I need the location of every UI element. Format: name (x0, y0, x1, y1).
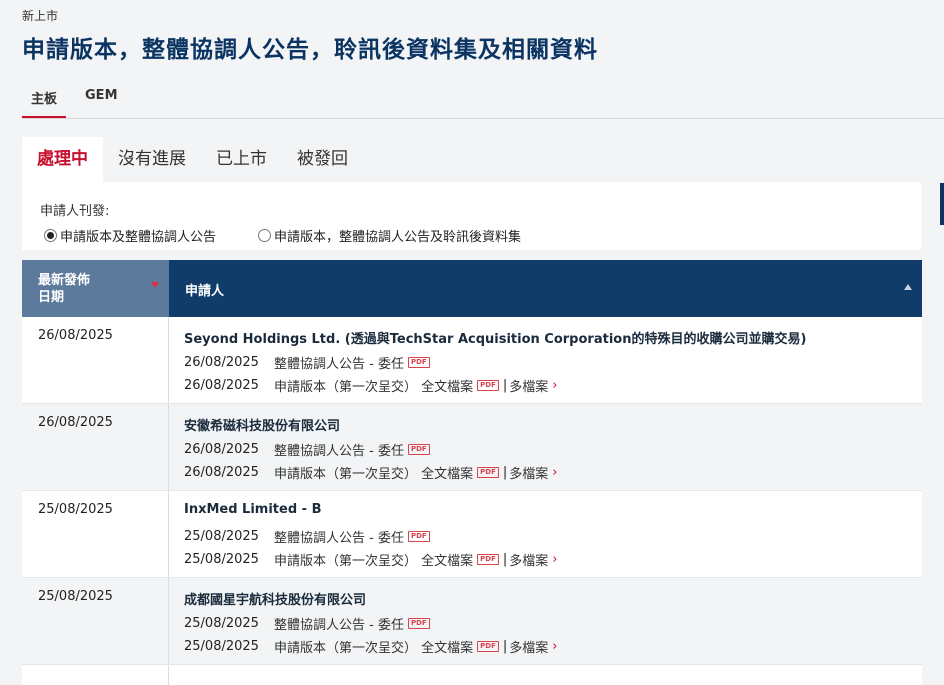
tab-returned[interactable]: 被發回 (282, 137, 363, 183)
table-row: 26/08/2025 Seyond Holdings Ltd. (透過與Tech… (22, 317, 922, 404)
doc-line-application-proof: 26/08/2025 申請版本（第一次呈交） 全文檔案 PDF | 多檔案 › (184, 374, 922, 397)
row-date: 26/08/2025 (22, 317, 169, 403)
pdf-icon[interactable]: PDF (407, 531, 430, 542)
pdf-icon[interactable]: PDF (407, 618, 430, 629)
doc-line-oc-announcement: 25/08/2025 整體協調人公告 - 委任 PDF (184, 525, 922, 548)
tab-processing[interactable]: 處理中 (22, 137, 103, 183)
row-date: 26/08/2025 (22, 404, 169, 490)
multiple-files-link[interactable]: 多檔案 (509, 550, 548, 569)
doc-line-application-proof: 25/08/2025 申請版本（第一次呈交） 全文檔案 PDF | 多檔案 › (184, 548, 922, 571)
doc-line-oc-announcement: 26/08/2025 整體協調人公告 - 委任 PDF (184, 438, 922, 461)
column-header-applicant-label: 申請人 (185, 284, 225, 299)
doc-date: 25/08/2025 (184, 639, 259, 654)
tab-main-board[interactable]: 主板 (22, 84, 67, 119)
full-document-link[interactable]: 申請版本（第一次呈交） 全文檔案 (274, 376, 473, 395)
row-date: 25/08/2025 (22, 578, 169, 664)
company-name-link[interactable]: Seyond Holdings Ltd. (透過與TechStar Acquis… (184, 328, 922, 351)
separator: | (502, 378, 508, 393)
doc-line-application-proof: 25/08/2025 申請版本（第一次呈交） 全文檔案 PDF | 多檔案 › (184, 635, 922, 658)
row-details: 成都國星宇航科技股份有限公司 25/08/2025 整體協調人公告 - 委任 P… (169, 578, 922, 664)
doc-date: 26/08/2025 (184, 355, 259, 370)
row-details: InxMed Limited - B 25/08/2025 整體協調人公告 - … (169, 491, 922, 577)
sort-asc-icon[interactable] (904, 284, 912, 290)
separator: | (502, 639, 508, 654)
table-row: 26/08/2025 安徽希磁科技股份有限公司 26/08/2025 整體協調人… (22, 404, 922, 491)
doc-date: 25/08/2025 (184, 552, 259, 567)
sort-desc-icon[interactable] (151, 282, 159, 288)
doc-line-oc-announcement: 26/08/2025 整體協調人公告 - 委任 PDF (184, 351, 922, 374)
pdf-icon[interactable]: PDF (477, 467, 499, 478)
chevron-right-icon[interactable]: › (552, 639, 557, 654)
column-header-date-line1: 最新發佈 (38, 273, 91, 288)
pdf-icon[interactable]: PDF (407, 357, 430, 368)
chevron-right-icon[interactable]: › (552, 465, 557, 480)
scrollbar-thumb[interactable] (940, 183, 944, 225)
doc-line-oc-announcement: 25/08/2025 整體協調人公告 - 委任 PDF (184, 612, 922, 635)
row-details: 安徽希磁科技股份有限公司 26/08/2025 整體協調人公告 - 委任 PDF… (169, 404, 922, 490)
doc-date: 26/08/2025 (184, 442, 259, 457)
filter-panel: 申請人刊發: 申請版本及整體協調人公告 申請版本，整體協調人公告及聆訊後資料集 (22, 182, 921, 250)
chevron-right-icon[interactable]: › (552, 552, 557, 567)
radio-option-applications[interactable]: 申請版本及整體協調人公告 (44, 226, 216, 245)
tab-listed[interactable]: 已上市 (201, 137, 282, 183)
doc-date: 25/08/2025 (184, 616, 259, 631)
company-name-link[interactable]: 安徽希磁科技股份有限公司 (184, 415, 922, 438)
row-date: 25/08/2025 (22, 491, 169, 577)
table-row: 25/08/2025 成都國星宇航科技股份有限公司 25/08/2025 整體協… (22, 578, 922, 665)
multiple-files-link[interactable]: 多檔案 (509, 376, 548, 395)
chevron-right-icon[interactable]: › (552, 378, 557, 393)
board-tabs-divider (22, 118, 944, 119)
doc-date: 26/08/2025 (184, 378, 259, 393)
pdf-icon[interactable]: PDF (477, 380, 499, 391)
multiple-files-link[interactable]: 多檔案 (509, 463, 548, 482)
oc-announcement-link[interactable]: 整體協調人公告 - 委任 (274, 614, 404, 633)
separator: | (502, 552, 508, 567)
company-name-link[interactable]: InxMed Limited - B (184, 502, 922, 525)
doc-date: 26/08/2025 (184, 465, 259, 480)
doc-date: 25/08/2025 (184, 529, 259, 544)
full-document-link[interactable]: 申請版本（第一次呈交） 全文檔案 (274, 463, 473, 482)
pdf-icon[interactable]: PDF (407, 444, 430, 455)
page-title: 申請版本，整體協調人公告，聆訊後資料集及相關資料 (22, 37, 598, 63)
column-header-applicant[interactable]: 申請人 (169, 260, 922, 317)
board-tabs: 主板 GEM (22, 84, 127, 120)
oc-announcement-link[interactable]: 整體協調人公告 - 委任 (274, 353, 404, 372)
filter-label: 申請人刊發: (40, 204, 110, 219)
breadcrumb[interactable]: 新上市 (22, 7, 58, 24)
row-date-empty (22, 665, 169, 685)
pdf-icon[interactable]: PDF (477, 554, 499, 565)
row-details-empty (169, 665, 922, 685)
pdf-icon[interactable]: PDF (477, 641, 499, 652)
full-document-link[interactable]: 申請版本（第一次呈交） 全文檔案 (274, 637, 473, 656)
full-document-link[interactable]: 申請版本（第一次呈交） 全文檔案 (274, 550, 473, 569)
radio-option-label: 申請版本，整體協調人公告及聆訊後資料集 (274, 230, 522, 245)
oc-announcement-link[interactable]: 整體協調人公告 - 委任 (274, 527, 404, 546)
radio-option-label: 申請版本及整體協調人公告 (60, 230, 217, 245)
row-details: Seyond Holdings Ltd. (透過與TechStar Acquis… (169, 317, 922, 403)
company-name-link[interactable]: 成都國星宇航科技股份有限公司 (184, 589, 922, 612)
table-row: 25/08/2025 InxMed Limited - B 25/08/2025… (22, 491, 922, 578)
table-header: 最新發佈 日期 申請人 (22, 260, 922, 317)
table-row-partial (22, 665, 922, 685)
radio-selected-icon[interactable] (44, 229, 57, 242)
radio-option-with-phip[interactable]: 申請版本，整體協調人公告及聆訊後資料集 (258, 226, 521, 245)
tab-gem[interactable]: GEM (76, 84, 127, 116)
tab-inactive[interactable]: 沒有進展 (103, 137, 201, 183)
applications-table: 最新發佈 日期 申請人 26/08/2025 Seyond Holdings L… (22, 260, 922, 685)
status-tabs: 處理中 沒有進展 已上市 被發回 (22, 137, 363, 183)
radio-unselected-icon[interactable] (258, 229, 271, 242)
column-header-date-line2: 日期 (38, 290, 65, 305)
multiple-files-link[interactable]: 多檔案 (509, 637, 548, 656)
separator: | (502, 465, 508, 480)
column-header-date[interactable]: 最新發佈 日期 (22, 260, 169, 317)
oc-announcement-link[interactable]: 整體協調人公告 - 委任 (274, 440, 404, 459)
doc-line-application-proof: 26/08/2025 申請版本（第一次呈交） 全文檔案 PDF | 多檔案 › (184, 461, 922, 484)
